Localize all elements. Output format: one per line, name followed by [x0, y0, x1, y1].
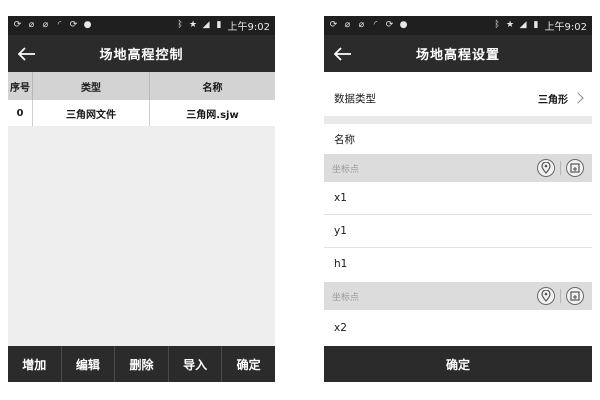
name-field[interactable]: 名称 [324, 124, 592, 154]
bluetooth-icon: ᛒ [177, 20, 183, 30]
x2-label: x2 [334, 322, 347, 334]
mute-icon: ⌀ [42, 20, 49, 30]
data-type-label: 数据类型 [334, 92, 376, 105]
h1-field[interactable]: h1 [324, 248, 592, 280]
coordinate-point-bar-1: 坐标点 [324, 154, 592, 182]
page-title: 场地高程设置 [415, 48, 500, 63]
status-time: 上午9:02 [544, 22, 587, 33]
data-type-value: 三角形 [538, 94, 568, 106]
back-arrow-icon[interactable] [14, 41, 40, 67]
data-type-row[interactable]: 数据类型 三角形 [324, 80, 592, 116]
sync-icon: ⟳ [329, 20, 338, 30]
status-bar: ⟳ ⌀ ⌀ ◜ ⟳ ● ᛒ ★ ◢ ▮ 上午9:02 [8, 16, 275, 35]
cell-index: 0 [16, 107, 24, 119]
title-bar: 场地高程控制 [8, 35, 275, 72]
signal-icon: ◢ [202, 20, 210, 30]
battery-icon: ▮ [533, 20, 539, 30]
location-icon: ● [399, 20, 408, 30]
point-library-icon[interactable] [566, 287, 584, 305]
sync-icon: ⟳ [13, 20, 22, 30]
name-label: 名称 [334, 133, 355, 146]
table-header: 序号 类型 名称 [8, 72, 275, 100]
title-bar: 场地高程设置 [324, 35, 592, 72]
add-button[interactable]: 增加 [8, 346, 61, 382]
back-arrow-icon[interactable] [330, 41, 356, 67]
confirm-button[interactable]: 确定 [221, 346, 275, 382]
mute-icon: ⌀ [28, 20, 35, 30]
cell-type: 三角网文件 [32, 100, 149, 126]
star-icon: ★ [188, 20, 198, 30]
coordinate-point-placeholder: 坐标点 [332, 164, 360, 175]
delete-button[interactable]: 删除 [114, 346, 168, 382]
sync-icon: ⟳ [69, 20, 78, 30]
cell-name: 三角网.sjw [149, 100, 275, 126]
battery-icon: ▮ [216, 20, 222, 30]
point-library-icon[interactable] [566, 159, 584, 177]
table-empty-area [8, 126, 275, 346]
x2-field[interactable]: x2 [324, 312, 592, 344]
edit-button[interactable]: 编辑 [60, 346, 115, 382]
status-time: 上午9:02 [227, 22, 270, 33]
y1-field[interactable]: y1 [324, 215, 592, 247]
divider [560, 161, 561, 175]
right-screen: ⟳ ⌀ ⌀ ◜ ⟳ ● ᛒ ★ ◢ ▮ 上午9:02 场地高程设置 数据类型 三… [324, 16, 592, 382]
status-bar: ⟳ ⌀ ⌀ ◜ ⟳ ● ᛒ ★ ◢ ▮ 上午9:02 [324, 16, 592, 35]
page-title: 场地高程控制 [99, 48, 184, 63]
confirm-button[interactable]: 确定 [324, 346, 592, 382]
column-header-index: 序号 [10, 82, 30, 94]
location-icon: ● [83, 20, 92, 30]
signal-icon: ◢ [519, 20, 527, 30]
x1-field[interactable]: x1 [324, 182, 592, 214]
mute-icon: ⌀ [358, 20, 365, 30]
column-header-name: 名称 [149, 72, 275, 100]
column-header-type: 类型 [32, 72, 149, 100]
divider [324, 116, 592, 124]
divider [560, 289, 561, 303]
coordinate-point-placeholder: 坐标点 [332, 292, 360, 303]
bluetooth-icon: ᛒ [494, 20, 500, 30]
h1-label: h1 [334, 258, 348, 270]
wifi-icon: ◜ [373, 20, 378, 30]
y1-label: y1 [334, 225, 347, 237]
map-pin-icon[interactable] [537, 287, 555, 305]
chevron-right-icon [572, 92, 584, 104]
map-pin-icon[interactable] [537, 159, 555, 177]
coordinate-point-bar-2: 坐标点 [324, 282, 592, 310]
import-button[interactable]: 导入 [167, 346, 222, 382]
x1-label: x1 [334, 192, 347, 204]
sync-icon: ⟳ [385, 20, 394, 30]
left-screen: ⟳ ⌀ ⌀ ◜ ⟳ ● ᛒ ★ ◢ ▮ 上午9:02 场地高程控制 序号 类型 … [8, 16, 275, 382]
star-icon: ★ [505, 20, 515, 30]
table-row[interactable]: 0 三角网文件 三角网.sjw [8, 100, 275, 126]
mute-icon: ⌀ [344, 20, 351, 30]
wifi-icon: ◜ [57, 20, 62, 30]
bottom-toolbar: 增加 编辑 删除 导入 确定 [8, 346, 275, 382]
